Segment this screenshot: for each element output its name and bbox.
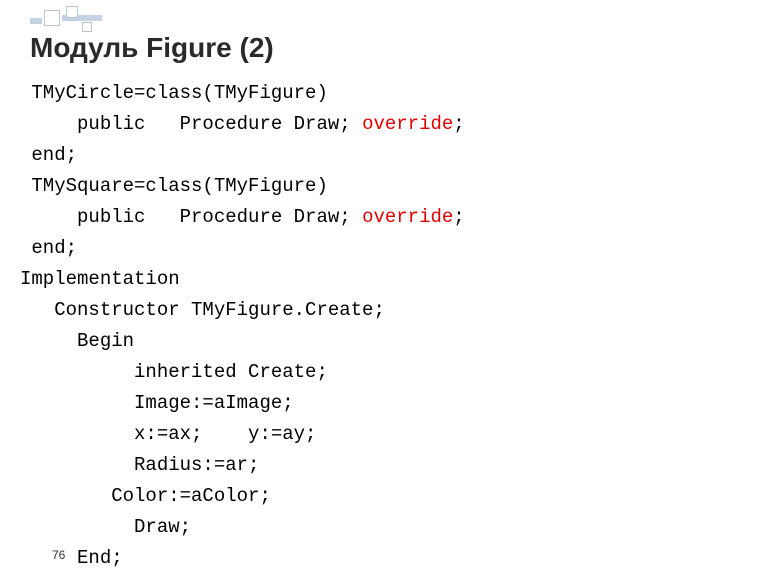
code-line: TMySquare=class(TMyFigure) bbox=[20, 175, 328, 197]
keyword-override: override bbox=[362, 113, 453, 135]
keyword-override: override bbox=[362, 206, 453, 228]
code-line: Radius:=ar; bbox=[20, 454, 259, 476]
code-line: Image:=aImage; bbox=[20, 392, 294, 414]
header-decoration bbox=[30, 6, 120, 34]
code-line: Constructor TMyFigure.Create; bbox=[20, 299, 385, 321]
code-line: x:=ax; y:=ay; bbox=[20, 423, 316, 445]
code-listing: TMyCircle=class(TMyFigure) public Proced… bbox=[20, 78, 465, 574]
slide-title: Модуль Figure (2) bbox=[30, 32, 274, 64]
code-line: Color:=aColor; bbox=[20, 485, 271, 507]
code-line: Begin bbox=[20, 330, 134, 352]
code-line: ; bbox=[453, 206, 464, 228]
code-line: public Procedure Draw; bbox=[20, 206, 362, 228]
code-line: TMyCircle=class(TMyFigure) bbox=[20, 82, 328, 104]
code-line: Implementation bbox=[20, 268, 180, 290]
code-line: end; bbox=[20, 237, 77, 259]
code-line: public Procedure Draw; bbox=[20, 113, 362, 135]
code-line: ; bbox=[453, 113, 464, 135]
code-line: Draw; bbox=[20, 516, 191, 538]
code-line: inherited Create; bbox=[20, 361, 328, 383]
page-number: 76 bbox=[52, 548, 65, 562]
code-line: end; bbox=[20, 144, 77, 166]
code-line: End; bbox=[20, 547, 123, 569]
